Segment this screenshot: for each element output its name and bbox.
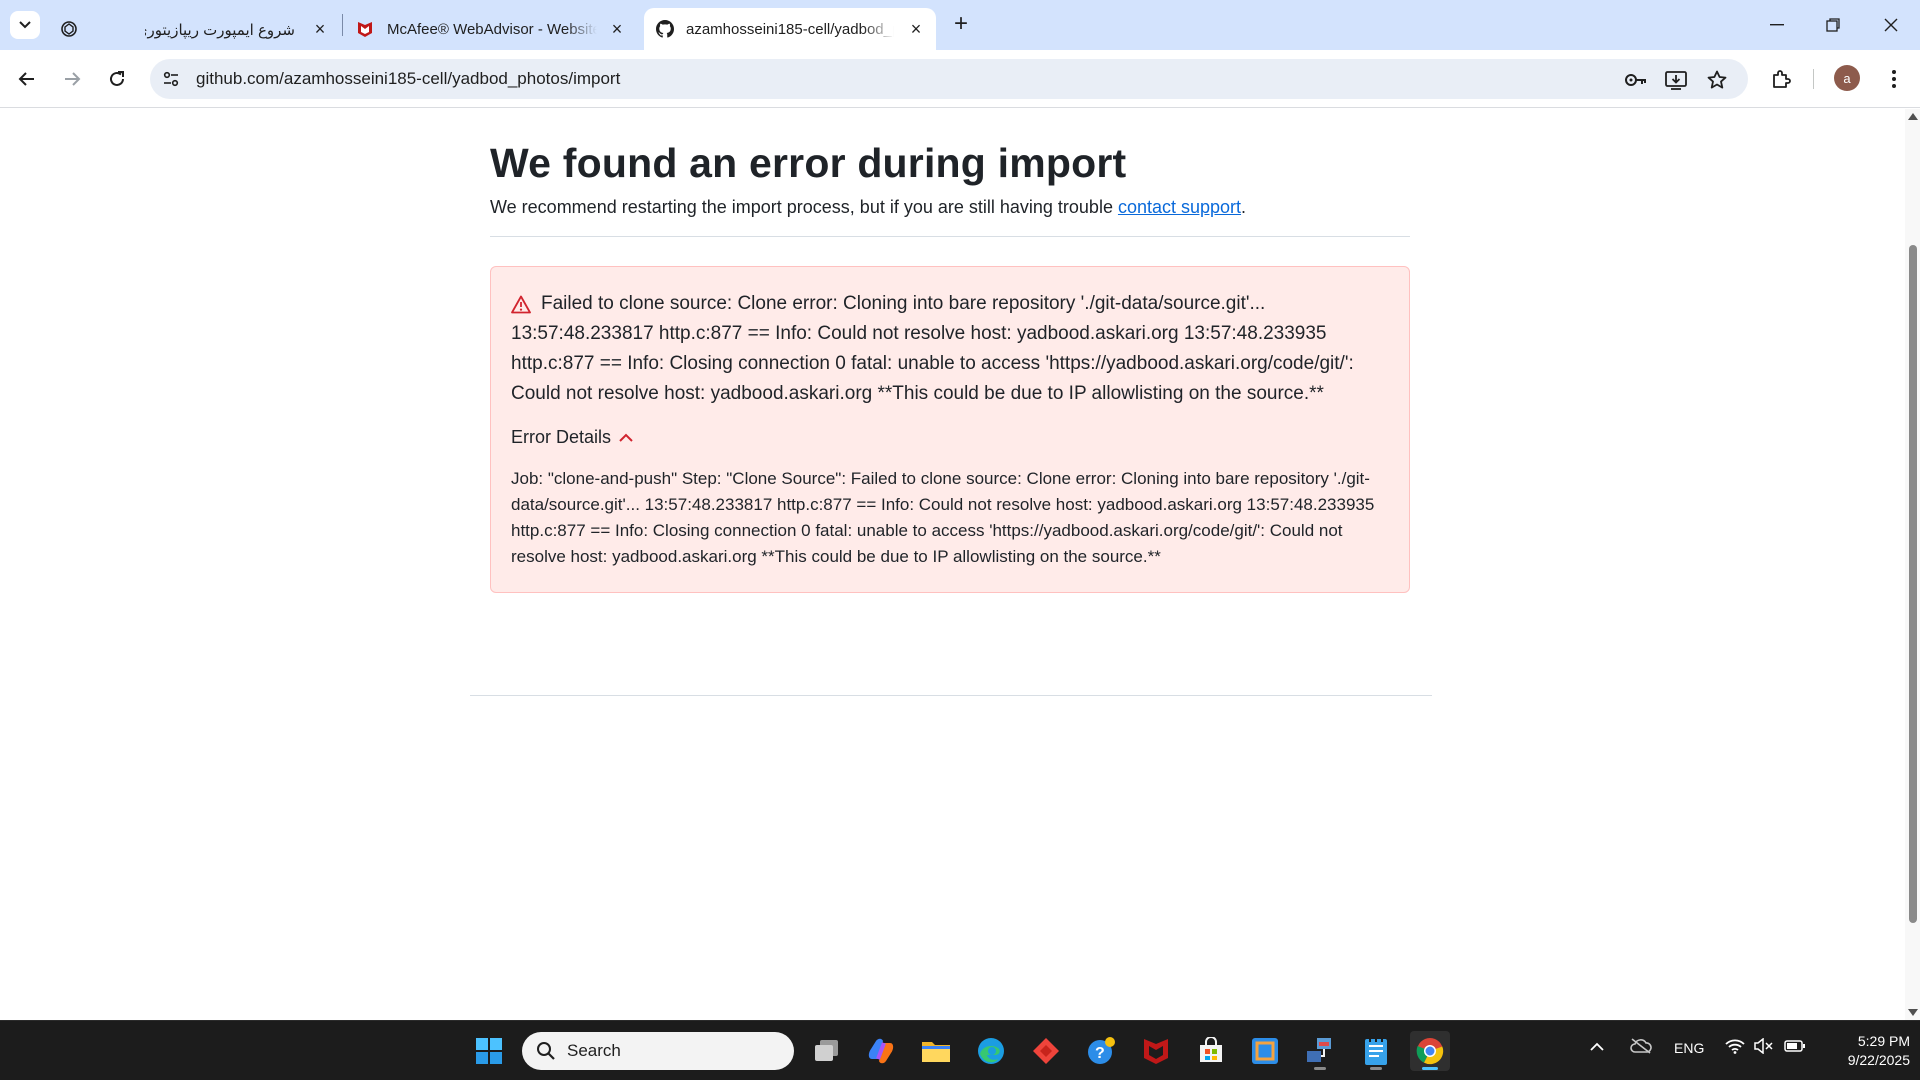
language-indicator[interactable]: ENG [1674, 1040, 1704, 1056]
chevron-down-icon [19, 21, 31, 29]
scroll-down-icon[interactable] [1908, 1009, 1918, 1016]
scroll-thumb[interactable] [1909, 245, 1917, 923]
site-info-icon[interactable] [160, 68, 182, 90]
network-tool-icon[interactable] [1300, 1031, 1340, 1071]
microsoft-store-icon[interactable] [1191, 1031, 1231, 1071]
tab-github-active[interactable]: azamhosseini185-cell/yadbod_photos × [644, 8, 936, 50]
forward-button[interactable] [57, 64, 87, 94]
svg-text:?: ? [1095, 1045, 1105, 1062]
error-details-text: Job: "clone-and-push" Step: "Clone Sourc… [511, 469, 1375, 566]
install-app-icon[interactable] [1664, 68, 1688, 92]
minimize-icon[interactable] [1762, 10, 1792, 40]
clock-time: 5:29 PM [1857, 1033, 1910, 1049]
url-text[interactable]: github.com/azamhosseini185-cell/yadbod_p… [196, 69, 620, 89]
close-window-icon[interactable] [1876, 10, 1906, 40]
chevron-up-icon [619, 433, 633, 442]
battery-icon[interactable] [1784, 1039, 1806, 1056]
file-explorer-icon[interactable] [916, 1031, 956, 1071]
tab-title: شروع ایمپورت ریپازیتوری [145, 22, 295, 39]
password-key-icon[interactable] [1624, 68, 1648, 92]
import-error-content: We found an error during import We recom… [490, 139, 1412, 593]
tab-separator [342, 14, 343, 36]
anydesk-icon[interactable] [1026, 1031, 1066, 1071]
active-indicator [1422, 1067, 1438, 1070]
back-button[interactable] [12, 64, 42, 94]
tab-title: azamhosseini185-cell/yadbod_photos [686, 21, 894, 38]
subtitle-period: . [1241, 197, 1247, 217]
menu-kebab-icon[interactable] [1879, 64, 1909, 94]
footer-divider [470, 695, 1432, 696]
error-details-toggle[interactable]: Error Details [511, 427, 633, 448]
copilot-icon[interactable] [861, 1031, 901, 1071]
chrome-icon[interactable] [1410, 1031, 1450, 1071]
restore-icon[interactable] [1818, 10, 1848, 40]
subtitle-text: We recommend restarting the import proce… [490, 197, 1118, 217]
windows-logo-icon [476, 1038, 502, 1064]
arrow-left-icon [18, 72, 34, 86]
volume-muted-icon[interactable] [1754, 1037, 1774, 1057]
tab-strip: شروع ایمپورت ریپازیتوری × McAfee® WebAdv… [0, 0, 1920, 50]
tab-import-chat[interactable]: شروع ایمپورت ریپازیتوری × [50, 8, 340, 50]
error-message: Failed to clone source: Clone error: Clo… [511, 289, 1389, 409]
running-indicator [1370, 1067, 1382, 1070]
browser-toolbar: github.com/azamhosseini185-cell/yadbod_p… [0, 50, 1920, 108]
search-label: Search [567, 1041, 621, 1060]
reload-icon [110, 71, 124, 86]
tab-mcafee[interactable]: McAfee® WebAdvisor - Website × [347, 8, 637, 50]
tab-title: McAfee® WebAdvisor - Website [387, 21, 597, 38]
profile-avatar[interactable]: a [1834, 65, 1860, 91]
reload-button[interactable] [102, 64, 132, 94]
close-tab-icon[interactable]: × [906, 19, 926, 39]
task-view-icon[interactable] [807, 1031, 847, 1071]
wifi-icon[interactable] [1725, 1038, 1745, 1057]
page-viewport: We found an error during import We recom… [0, 109, 1905, 1020]
taskbar-clock[interactable]: 5:29 PM 9/22/2025 [1820, 1032, 1910, 1070]
start-button[interactable] [469, 1031, 509, 1071]
page-title: We found an error during import [490, 140, 1127, 186]
bookmark-star-icon[interactable] [1705, 68, 1729, 92]
mcafee-taskbar-icon[interactable] [1136, 1031, 1176, 1071]
show-hidden-icons-icon[interactable] [1590, 1039, 1604, 1055]
scroll-up-icon[interactable] [1908, 113, 1918, 120]
contact-support-link[interactable]: contact support [1118, 197, 1241, 217]
toolbar-divider [1813, 69, 1814, 89]
arrow-right-icon [65, 72, 81, 86]
divider [490, 236, 1410, 237]
running-indicator [1314, 1067, 1326, 1070]
error-details-label: Error Details [511, 427, 612, 447]
error-flash: Failed to clone source: Clone error: Clo… [490, 266, 1410, 593]
address-bar[interactable]: github.com/azamhosseini185-cell/yadbod_p… [150, 59, 1748, 99]
clock-date: 9/22/2025 [1847, 1052, 1910, 1068]
taskbar-search[interactable]: Search [522, 1032, 794, 1070]
extensions-icon[interactable] [1766, 64, 1796, 94]
error-message-text: Failed to clone source: Clone error: Clo… [511, 293, 1354, 404]
tab-search-button[interactable] [10, 11, 40, 39]
page-subtitle: We recommend restarting the import proce… [490, 195, 1412, 219]
edge-icon[interactable] [971, 1031, 1011, 1071]
get-help-icon[interactable]: ? [1081, 1031, 1121, 1071]
search-icon [537, 1042, 555, 1060]
close-tab-icon[interactable]: × [607, 19, 627, 39]
page-scrollbar[interactable] [1905, 109, 1920, 1020]
close-tab-icon[interactable]: × [310, 19, 330, 39]
github-icon [656, 20, 674, 42]
windows-taskbar: Search ? ENG 5:29 PM 9/22/2025 [0, 1020, 1920, 1080]
remote-app-icon[interactable] [1245, 1031, 1285, 1071]
alert-icon [511, 294, 531, 324]
mcafee-icon [356, 20, 374, 42]
notepad-icon[interactable] [1356, 1031, 1396, 1071]
onedrive-offline-icon[interactable] [1630, 1038, 1652, 1057]
chatgpt-icon [60, 20, 78, 42]
new-tab-button[interactable]: + [948, 12, 974, 38]
